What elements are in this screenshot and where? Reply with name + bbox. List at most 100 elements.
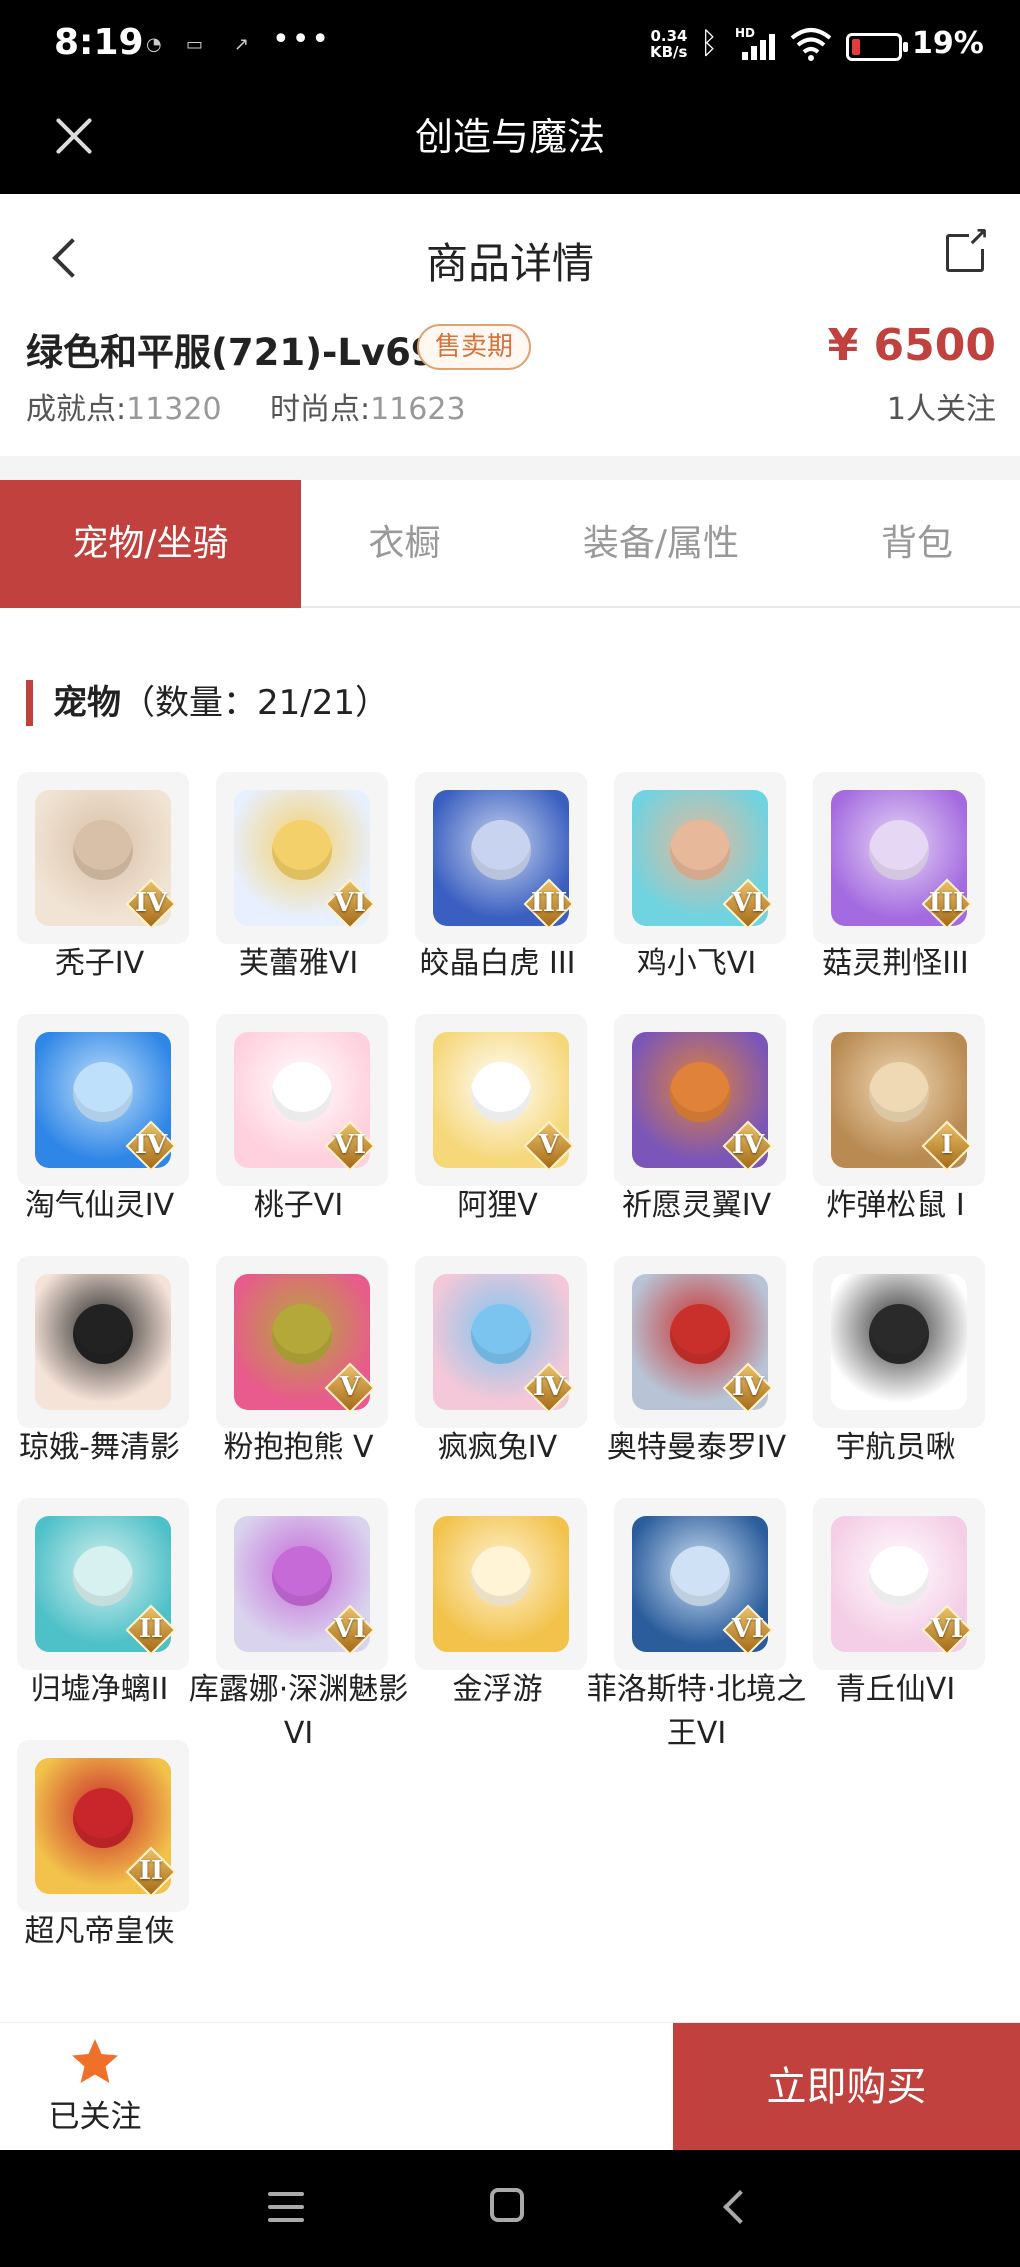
pet-name: 鸡小飞VI (636, 946, 757, 981)
rank-text: IV (134, 888, 168, 918)
pet-name: 青丘仙VI (835, 1672, 956, 1707)
achievement-label: 成就点: (26, 392, 127, 427)
net-speed-value: 0.34 (650, 27, 688, 45)
pet-thumbnail[interactable]: III (415, 772, 587, 944)
fashion-label: 时尚点: (270, 392, 371, 427)
pet-name: 琼娥-舞清影 (19, 1430, 180, 1465)
pet-thumbnail[interactable]: V (415, 1014, 587, 1186)
pet-thumbnail[interactable]: III (813, 772, 985, 944)
rank-text: II (138, 1856, 164, 1886)
tab-wardrobe[interactable]: 衣橱 (301, 480, 508, 608)
rank-badge-icon: VI (722, 1604, 774, 1656)
follower-count: 1人关注 (886, 392, 996, 427)
achievement-value: 11320 (126, 392, 222, 427)
pet-thumbnail[interactable] (415, 1498, 587, 1670)
rank-badge-icon: IV (125, 1120, 177, 1172)
rank-text: III (530, 888, 568, 918)
app-title: 创造与魔法 (414, 115, 605, 159)
pet-thumbnail[interactable]: V (216, 1256, 388, 1428)
follow-label: 已关注 (48, 2099, 142, 2135)
rank-badge-icon: V (523, 1120, 575, 1172)
rank-badge-icon: III (523, 878, 575, 930)
pet-name: 菲洛斯特·北境之王VI (586, 1672, 807, 1751)
pet-name: 秃子IV (54, 946, 145, 981)
network-speed: 0.34 KB/s (650, 28, 687, 60)
tab-pets-mounts[interactable]: 宠物/坐骑 (0, 480, 301, 608)
pet-name: 奥特曼泰罗IV (606, 1430, 787, 1465)
pet-thumbnail[interactable]: II (17, 1498, 189, 1670)
rank-badge-icon: V (324, 1362, 376, 1414)
product-price: ¥ 6500 (827, 320, 996, 371)
pet-thumbnail[interactable]: IV (415, 1256, 587, 1428)
section-title: 宠物（数量：21/21） (26, 680, 389, 726)
pet-name: 超凡帝皇侠 (24, 1914, 175, 1949)
status-bar: 8:19 ◔ ▭ ↗ ••• 0.34 KB/s ᛒ HD 19% (0, 0, 1020, 92)
app-bar: 创造与魔法 (0, 92, 1020, 194)
rocket-icon: ↗ (234, 34, 250, 55)
net-speed-unit: KB/s (650, 43, 688, 61)
rank-badge-icon: VI (324, 878, 376, 930)
pet-thumbnail[interactable]: VI (614, 1498, 786, 1670)
pet-name: 归墟净螭II (30, 1672, 169, 1707)
follow-button[interactable]: 已关注 (0, 2023, 190, 2151)
bottom-action-bar: 已关注 立即购买 (0, 2022, 1020, 2151)
rank-badge-icon: III (921, 878, 973, 930)
pet-thumbnail[interactable]: VI (216, 1498, 388, 1670)
pet-name: 粉抱抱熊 V (223, 1430, 374, 1465)
pet-thumbnail[interactable] (813, 1256, 985, 1428)
achievement-points: 成就点:11320 (26, 384, 222, 428)
system-nav-bar (0, 2150, 1020, 2267)
home-icon[interactable] (490, 2188, 524, 2222)
share-icon[interactable] (946, 223, 989, 272)
rank-text: VI (731, 1614, 765, 1644)
dancer-girl-pet (35, 1274, 171, 1410)
nav-back-icon[interactable] (718, 2190, 748, 2224)
pet-thumbnail[interactable]: IV (614, 1014, 786, 1186)
rank-badge-icon: II (125, 1846, 177, 1898)
section-title-text: 宠物 (53, 683, 121, 723)
pet-thumbnail[interactable]: IV (614, 1256, 786, 1428)
rank-badge-icon: VI (324, 1120, 376, 1172)
pet-thumbnail[interactable]: I (813, 1014, 985, 1186)
product-name: 绿色和平服(721)-Lv69 (26, 331, 437, 374)
status-badge: 售卖期 (417, 324, 532, 370)
rank-badge-icon: IV (125, 878, 177, 930)
car-icon: ▭ (186, 34, 204, 55)
rank-badge-icon: VI (722, 878, 774, 930)
divider (0, 456, 1020, 480)
status-time: 8:19 (54, 22, 144, 63)
pet-thumbnail[interactable]: IV (17, 772, 189, 944)
page-title: 商品详情 (425, 239, 594, 288)
more-notifications-icon: ••• (272, 22, 332, 57)
pet-name: 祈愿灵翼IV (621, 1188, 772, 1223)
pet-thumbnail[interactable]: IV (17, 1014, 189, 1186)
pet-thumbnail[interactable]: VI (216, 772, 388, 944)
rank-text: VI (930, 1614, 964, 1644)
menu-icon[interactable] (268, 2192, 304, 2222)
pet-thumbnail[interactable] (17, 1256, 189, 1428)
rank-text: VI (333, 1614, 367, 1644)
buy-now-button[interactable]: 立即购买 (673, 2023, 1020, 2151)
rank-text: II (138, 1614, 164, 1644)
page-header: 商品详情 (0, 194, 1020, 322)
pet-thumbnail[interactable]: VI (216, 1014, 388, 1186)
pet-name: 金浮游 (452, 1672, 543, 1707)
rank-badge-icon: VI (324, 1604, 376, 1656)
tab-backpack[interactable]: 背包 (814, 480, 1020, 608)
tab-bar: 宠物/坐骑 衣橱 装备/属性 背包 (0, 480, 1020, 608)
pet-name: 疯疯兔IV (437, 1430, 558, 1465)
rank-text: I (940, 1130, 954, 1160)
tab-equipment[interactable]: 装备/属性 (508, 480, 814, 608)
star-icon (72, 2039, 118, 2083)
bluetooth-icon: ᛒ (700, 26, 718, 61)
pet-count: （数量：21/21） (121, 683, 389, 723)
pet-thumbnail[interactable]: VI (813, 1498, 985, 1670)
product-info: 绿色和平服(721)-Lv69 售卖期 ¥ 6500 成就点:11320 时尚点… (0, 320, 1020, 456)
rank-text: IV (532, 1372, 566, 1402)
rank-badge-icon: VI (921, 1604, 973, 1656)
pet-thumbnail[interactable]: II (17, 1740, 189, 1912)
pet-thumbnail[interactable]: VI (614, 772, 786, 944)
rank-text: VI (333, 888, 367, 918)
pet-name: 菇灵荆怪III (822, 946, 969, 981)
astronaut-pet (831, 1274, 967, 1410)
